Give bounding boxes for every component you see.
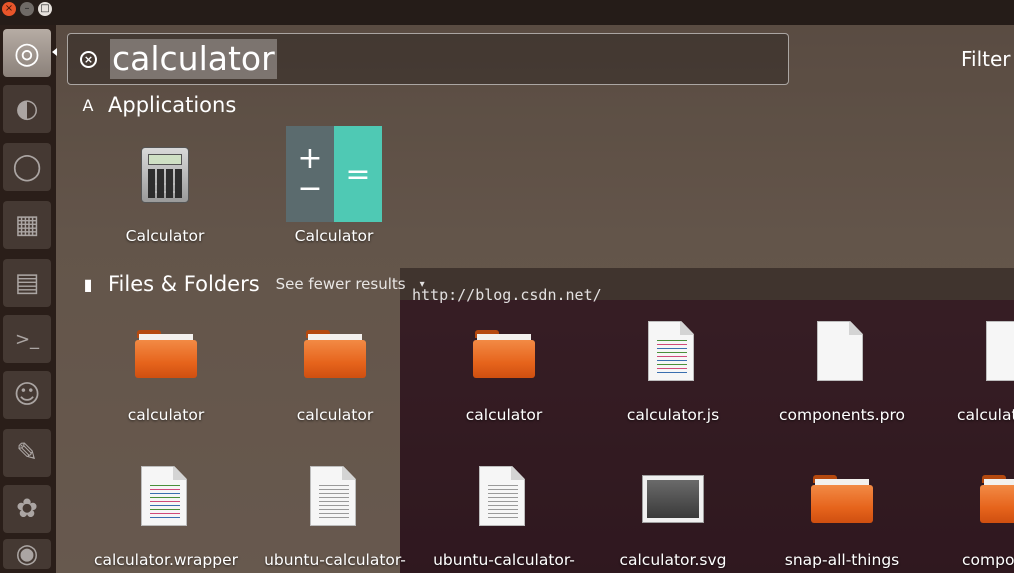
file-label: calculator — [465, 406, 543, 424]
folder-icon — [980, 475, 1014, 523]
file-tile[interactable]: calculator — [255, 318, 415, 428]
launcher-editor[interactable]: ✎ — [3, 429, 51, 477]
file-label: calculator.js — [626, 406, 720, 424]
file-tile[interactable]: ubuntu-calculator- — [255, 463, 415, 573]
file-tile[interactable]: calculator.js — [593, 318, 753, 428]
launcher-dash-home[interactable]: ◎ — [3, 29, 51, 77]
text-file-icon — [479, 466, 525, 526]
window-controls: × – □ — [2, 2, 52, 16]
terminal-icon: >_ — [14, 328, 40, 350]
minimize-icon[interactable]: – — [20, 2, 34, 16]
editor-icon: ✎ — [16, 438, 38, 468]
launcher-disc[interactable]: ◉ — [3, 539, 51, 569]
file-icon: ▮ — [83, 274, 93, 294]
launcher-firefox[interactable]: ◐ — [3, 85, 51, 133]
dash-search-box[interactable]: × calculator — [67, 33, 789, 85]
file-tile[interactable]: components.pro — [762, 318, 922, 428]
firefox-icon: ◐ — [15, 94, 39, 124]
code-file-icon — [648, 321, 694, 381]
text-file-icon — [310, 466, 356, 526]
file-tile[interactable]: compo — [931, 463, 1014, 573]
folder-icon — [473, 330, 535, 378]
file-label: calculat — [957, 406, 1014, 424]
blank-file-icon — [817, 321, 863, 381]
app-label: Calculator — [294, 227, 374, 245]
launcher-gnome[interactable]: ✿ — [3, 485, 51, 533]
image-file-icon — [642, 475, 704, 523]
applications-title: Applications — [108, 93, 237, 117]
file-label: calculator — [127, 406, 205, 424]
disc-icon: ◉ — [15, 539, 39, 569]
calculator-teal-icon: + − = — [286, 126, 382, 222]
app-label: Calculator — [125, 227, 205, 245]
clear-search-icon[interactable]: × — [80, 51, 97, 68]
file-tile[interactable]: snap-all-things — [762, 463, 922, 573]
app-tile[interactable]: + − = Calculator — [254, 125, 414, 250]
launcher-gimp[interactable]: ☺ — [3, 371, 51, 419]
file-label: ubuntu-calculator- — [264, 551, 406, 569]
gimp-icon: ☺ — [13, 380, 41, 410]
file-label: components.pro — [778, 406, 906, 424]
launcher-terminal[interactable]: >_ — [3, 315, 51, 363]
launcher: ◎ ◐ ◯ ▦ ▤ >_ ☺ ✎ ✿ ◉ — [0, 25, 56, 573]
file-label: calculator.svg — [619, 551, 727, 569]
launcher-chromium[interactable]: ◯ — [3, 143, 51, 191]
watermark: http://blog.csdn.net/ — [412, 286, 602, 304]
files-title: Files & Folders — [108, 272, 260, 296]
file-tile[interactable]: calculat — [931, 318, 1014, 428]
files-icon: ▤ — [14, 268, 40, 298]
ubuntu-logo-icon: ◎ — [13, 35, 41, 71]
launcher-files[interactable]: ▤ — [3, 259, 51, 307]
file-tile[interactable]: calculator.wrapper — [86, 463, 246, 573]
file-label: ubuntu-calculator- — [433, 551, 575, 569]
close-icon[interactable]: × — [2, 2, 16, 16]
search-input[interactable]: calculator — [110, 39, 277, 79]
calculator-grey-icon — [141, 147, 189, 203]
file-label: calculator.wrapper — [93, 551, 239, 569]
filter-results-button[interactable]: Filter — [961, 47, 1011, 71]
maximize-icon[interactable]: □ — [38, 2, 52, 16]
file-label: calculator — [296, 406, 374, 424]
file-tile[interactable]: calculator.svg — [593, 463, 753, 573]
folder-icon — [304, 330, 366, 378]
chromium-icon: ◯ — [12, 152, 42, 182]
folder-icon — [135, 330, 197, 378]
gnome-icon: ✿ — [16, 494, 38, 524]
file-tile[interactable]: calculator — [86, 318, 246, 428]
file-label: compo — [962, 551, 1014, 569]
launcher-active-arrow-icon — [52, 48, 57, 56]
launcher-sdk[interactable]: ▦ — [3, 201, 51, 249]
file-label: snap-all-things — [784, 551, 900, 569]
applications-icon: A — [82, 95, 94, 115]
files-section-header: ▮ Files & Folders See fewer results ▾ — [78, 272, 425, 296]
see-fewer-results-button[interactable]: See fewer results — [276, 275, 406, 293]
app-tile[interactable]: Calculator — [85, 125, 245, 250]
code-file-icon — [141, 466, 187, 526]
file-tile[interactable]: calculator — [424, 318, 584, 428]
file-tile[interactable]: ubuntu-calculator- — [424, 463, 584, 573]
sdk-icon: ▦ — [14, 210, 40, 240]
folder-icon — [811, 475, 873, 523]
applications-section-header: A Applications — [78, 93, 237, 117]
blank-file-icon — [986, 321, 1014, 381]
